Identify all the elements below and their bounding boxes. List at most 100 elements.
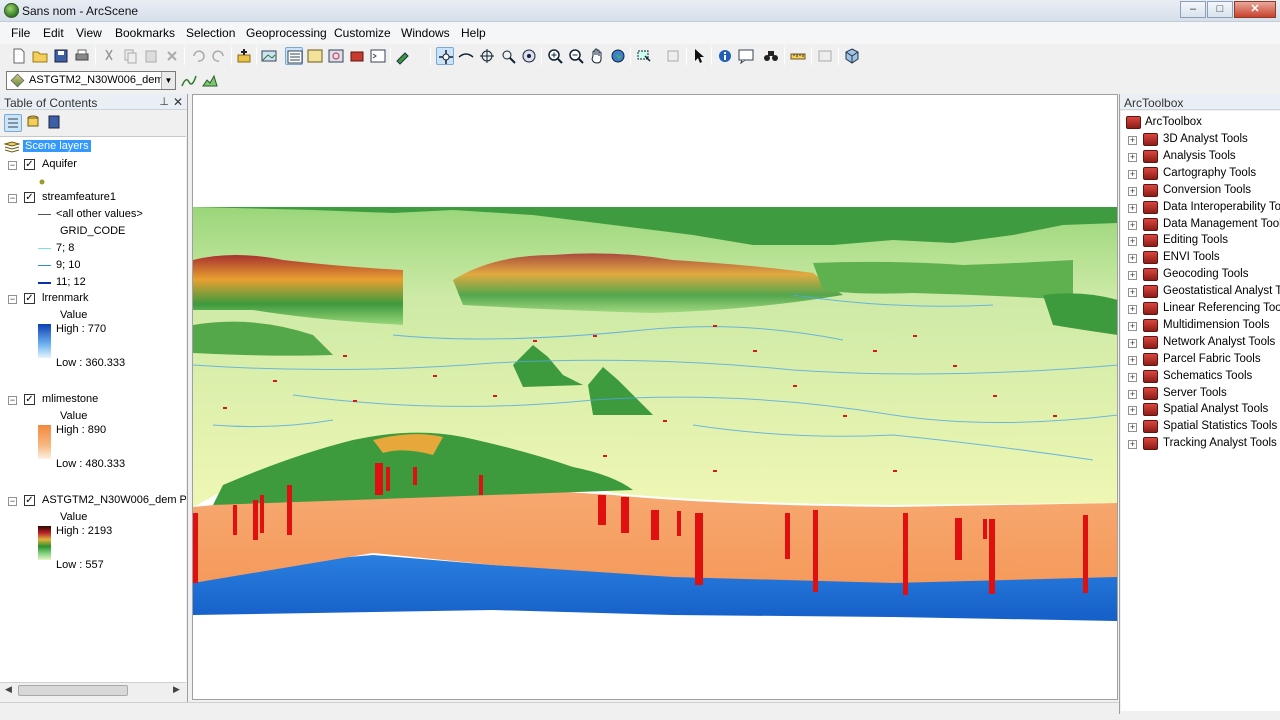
menu-help[interactable]: Help (461, 26, 486, 40)
menu-geoprocessing[interactable]: Geoprocessing (246, 26, 327, 40)
editor-tools-icon[interactable] (394, 47, 412, 65)
3d-effects-icon[interactable] (843, 47, 861, 65)
target-center-icon[interactable] (478, 47, 496, 65)
undo-icon[interactable] (189, 47, 207, 65)
expand-toggle[interactable]: + (1128, 186, 1137, 196)
toolbox-item[interactable]: +3D Analyst Tools (1121, 132, 1280, 148)
toolbox-root[interactable]: ArcToolbox (1121, 115, 1280, 131)
collapse-toggle[interactable]: − (8, 396, 17, 405)
expand-toggle[interactable]: + (1128, 423, 1137, 433)
profile-graph-icon[interactable] (201, 72, 219, 90)
menu-customize[interactable]: Customize (334, 26, 391, 40)
toolbox-item[interactable]: + Conversion Tools (1121, 183, 1280, 199)
expand-toggle[interactable]: + (1128, 305, 1137, 314)
layer-name-lrrenmark[interactable]: lrrenmark (42, 292, 88, 304)
toolbox-window-icon[interactable] (348, 47, 366, 65)
pan-hand-icon[interactable] (588, 47, 606, 65)
select-features-icon[interactable] (635, 47, 653, 65)
layer-name-streamfeature1[interactable]: streamfeature1 (42, 191, 116, 203)
toolbox-item[interactable]: + Data Interoperability Tools (1121, 200, 1280, 216)
toolbox-item[interactable]: + Spatial Analyst Tools (1121, 402, 1280, 418)
expand-toggle[interactable]: + (1128, 169, 1137, 179)
toolbox-item[interactable]: + Tracking Analyst Tools (1121, 436, 1280, 452)
zoom-to-target-icon[interactable] (499, 47, 517, 65)
toolbox-item[interactable]: + Data Management Tools (1121, 217, 1280, 233)
clear-selection-icon[interactable] (664, 47, 682, 65)
menu-bookmarks[interactable]: Bookmarks (115, 26, 175, 40)
expand-toggle[interactable]: + (1128, 203, 1137, 213)
save-icon[interactable] (52, 47, 70, 65)
toolbox-item[interactable]: + Parcel Fabric Tools (1121, 352, 1280, 368)
scene-properties-icon[interactable] (260, 47, 278, 65)
menu-edit[interactable]: Edit (43, 26, 64, 40)
menu-selection[interactable]: Selection (186, 26, 235, 40)
full-extent-globe-icon[interactable] (609, 47, 627, 65)
layer-name-aquifer[interactable]: Aquifer (42, 158, 77, 170)
collapse-toggle[interactable]: − (8, 295, 17, 304)
open-folder-icon[interactable] (31, 47, 49, 65)
chevron-down-icon[interactable]: ▼ (161, 72, 175, 89)
expand-toggle[interactable]: + (1128, 338, 1137, 348)
collapse-toggle[interactable]: − (8, 194, 17, 203)
catalog-window-icon[interactable] (306, 47, 324, 65)
collapse-toggle[interactable]: − (8, 161, 17, 170)
toolbox-item[interactable]: + Geocoding Tools (1121, 267, 1280, 283)
toolbox-item[interactable]: + Cartography Tools (1121, 166, 1280, 182)
expand-toggle[interactable]: + (1128, 355, 1137, 365)
expand-toggle[interactable]: + (1128, 406, 1137, 416)
scroll-right-icon[interactable]: ▶ (173, 684, 180, 695)
command-line-icon[interactable] (369, 47, 387, 65)
expand-toggle[interactable]: + (1128, 136, 1137, 145)
add-data-icon[interactable] (235, 47, 253, 65)
expand-toggle[interactable]: + (1128, 152, 1137, 162)
identify-info-icon[interactable] (716, 47, 734, 65)
fly-tool-icon[interactable] (457, 47, 475, 65)
expand-toggle[interactable]: + (1128, 321, 1137, 331)
pin-icon[interactable]: ⊥ (159, 95, 169, 108)
expand-toggle[interactable]: + (1128, 271, 1137, 281)
layer-name-dem[interactable]: ASTGTM2_N30W006_dem PR (42, 494, 186, 506)
menu-windows[interactable]: Windows (401, 26, 450, 40)
layer-visibility-checkbox[interactable]: ✓ (24, 192, 35, 203)
list-by-source-icon[interactable] (25, 114, 43, 132)
copy-icon[interactable] (121, 47, 139, 65)
layer-dropdown[interactable]: ASTGTM2_N30W006_dem ▼ (6, 71, 176, 90)
close-icon[interactable]: ✕ (173, 95, 183, 109)
toc-window-icon[interactable] (285, 47, 303, 65)
toolbox-item[interactable]: + Linear Referencing Tools (1121, 301, 1280, 317)
toolbox-item[interactable]: + Spatial Statistics Tools (1121, 419, 1280, 435)
paste-icon[interactable] (142, 47, 160, 65)
cut-icon[interactable] (100, 47, 118, 65)
toc-horizontal-scrollbar[interactable]: ◀ ▶ (0, 682, 186, 698)
select-elements-arrow-icon[interactable] (690, 47, 708, 65)
interpolate-line-icon[interactable] (180, 72, 198, 90)
layer-name-mlimestone[interactable]: mlimestone (42, 393, 98, 405)
layer-visibility-checkbox[interactable]: ✓ (24, 293, 35, 304)
layer-visibility-checkbox[interactable]: ✓ (24, 495, 35, 506)
delete-icon[interactable] (163, 47, 181, 65)
print-icon[interactable] (73, 47, 91, 65)
toolbox-item[interactable]: + Schematics Tools (1121, 369, 1280, 385)
new-document-icon[interactable] (10, 47, 28, 65)
close-button[interactable]: ✕ (1234, 1, 1276, 18)
layer-visibility-checkbox[interactable]: ✓ (24, 394, 35, 405)
list-by-drawing-order-icon[interactable] (4, 114, 22, 132)
toolbox-item[interactable]: + Geostatistical Analyst Tools (1121, 284, 1280, 300)
toolbox-item[interactable]: + Multidimension Tools (1121, 318, 1280, 334)
expand-toggle[interactable]: + (1128, 237, 1137, 247)
layer-visibility-checkbox[interactable]: ✓ (24, 159, 35, 170)
expand-toggle[interactable]: + (1128, 254, 1137, 264)
expand-toggle[interactable]: + (1128, 389, 1137, 399)
animation-icon[interactable] (816, 47, 834, 65)
toolbox-item[interactable]: + Editing Tools (1121, 233, 1280, 249)
html-popup-icon[interactable] (737, 47, 755, 65)
expand-toggle[interactable]: + (1128, 288, 1137, 298)
menu-view[interactable]: View (76, 26, 102, 40)
search-window-icon[interactable] (327, 47, 345, 65)
expand-toggle[interactable]: + (1128, 440, 1137, 450)
scroll-left-icon[interactable]: ◀ (5, 684, 12, 695)
scrollbar-thumb[interactable] (18, 685, 128, 696)
zoom-in-icon[interactable] (546, 47, 564, 65)
toolbox-item[interactable]: + Analysis Tools (1121, 149, 1280, 165)
zoom-out-icon[interactable] (567, 47, 585, 65)
